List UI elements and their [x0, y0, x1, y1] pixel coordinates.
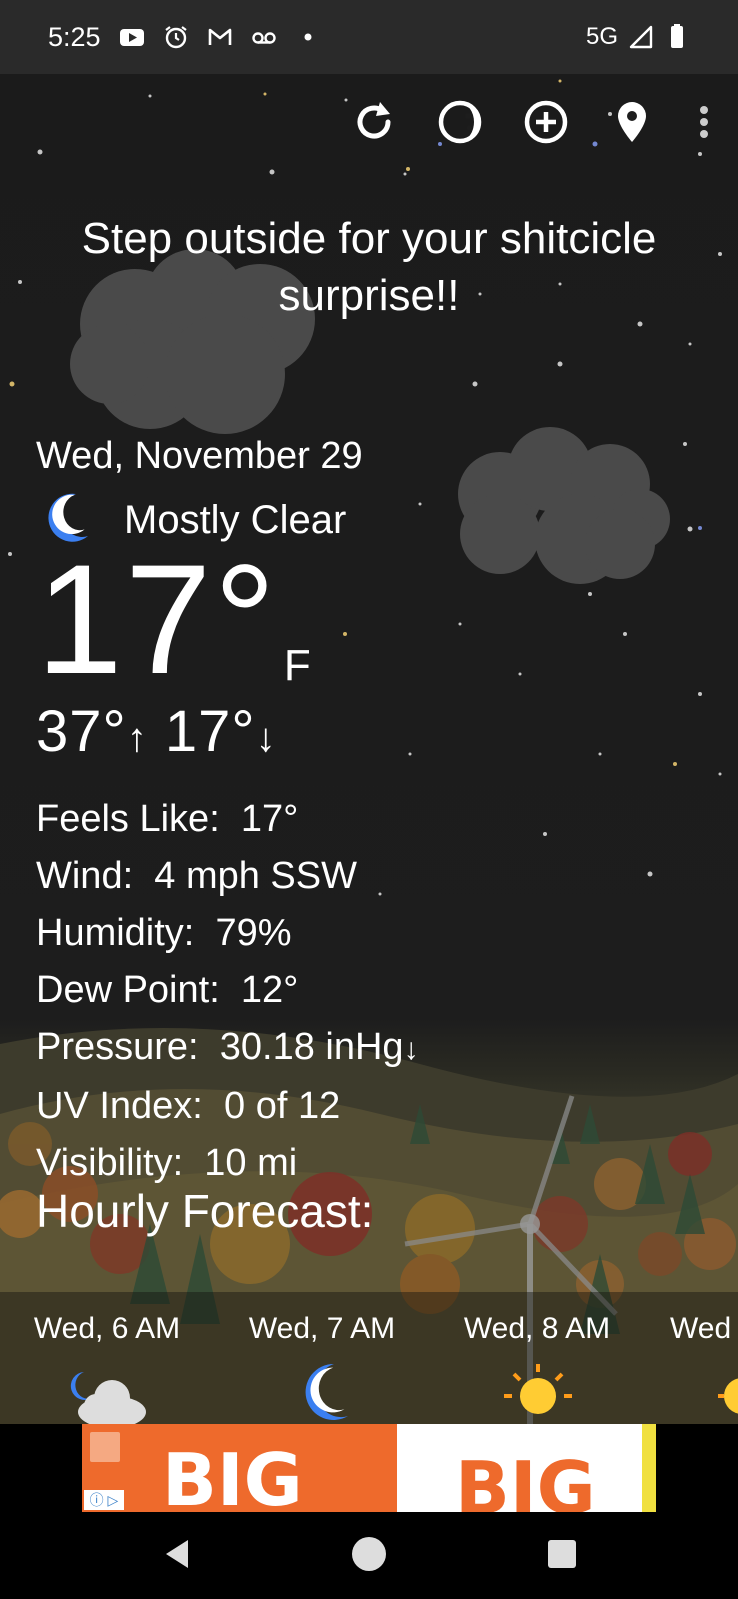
detail-feels-like: Feels Like: 17° — [36, 798, 299, 840]
status-time: 5:25 — [48, 21, 101, 52]
sun-icon — [504, 1364, 572, 1414]
hourly-time: Wed — [670, 1312, 732, 1345]
weather-message: Step outside for your shitcicle surprise… — [81, 214, 657, 320]
gmail-icon — [207, 24, 233, 50]
system-navigation-bar — [0, 1512, 738, 1599]
overflow-menu-button[interactable] — [694, 98, 714, 146]
detail-wind: Wind: 4 mph SSW — [36, 855, 357, 897]
hourly-forecast-strip[interactable]: Wed, 6 AM Wed, 7 AM Wed, 8 AM Wed — [0, 1292, 738, 1424]
weather-scene: Step outside for your shitcicle surprise… — [0, 74, 738, 1424]
arrow-down-icon: ↓ — [255, 716, 277, 760]
detail-humidity: Humidity: 79% — [36, 912, 292, 954]
detail-dew-point: Dew Point: 12° — [36, 969, 299, 1011]
hourly-item-next[interactable]: Wed — [652, 1312, 738, 1346]
battery-icon — [664, 24, 690, 50]
theme-icon — [438, 100, 482, 144]
sun-icon — [718, 1378, 738, 1414]
ad-play-icon — [90, 1432, 120, 1462]
ad-panel-left: BIG ⓘ ▷ — [82, 1424, 397, 1512]
hourly-forecast-title: Hourly Forecast: — [36, 1185, 374, 1237]
toolbar — [350, 98, 714, 146]
ad-word-left: BIG — [162, 1438, 303, 1512]
hourly-time: Wed, 7 AM — [248, 1312, 396, 1345]
add-location-icon — [524, 100, 568, 144]
hourly-item-6am[interactable]: Wed, 6 AM — [7, 1312, 207, 1346]
pressure-falling-icon: ↓ — [403, 1033, 419, 1066]
refresh-button[interactable] — [350, 98, 398, 146]
signal-icon — [628, 24, 654, 50]
weather-details: Feels Like: 17° Wind: 4 mph SSW Humidity… — [36, 791, 419, 1192]
current-conditions: Wed, November 29 Mostly Clear 17° F 37°↑… — [36, 430, 419, 1192]
high-low: 37°↑ 17°↓ — [36, 699, 419, 771]
hourly-item-8am[interactable]: Wed, 8 AM — [437, 1312, 637, 1346]
ad-banner[interactable]: BIG ⓘ ▷ BIG — [82, 1424, 656, 1512]
location-pin-icon — [618, 102, 646, 142]
ad-accent-stripe — [642, 1424, 656, 1512]
temperature-row: 17° F — [36, 533, 419, 707]
youtube-icon — [119, 24, 145, 50]
moon-cloud-icon — [70, 1372, 146, 1424]
moon-icon — [305, 1363, 348, 1420]
alarm-icon — [163, 24, 189, 50]
hourly-time: Wed, 6 AM — [33, 1312, 181, 1345]
more-vert-icon — [700, 106, 708, 138]
temperature-unit: F — [283, 641, 311, 690]
add-location-button[interactable] — [522, 98, 570, 146]
status-bar: 5:25 5G — [0, 0, 738, 74]
dot-icon — [295, 24, 321, 50]
hourly-time: Wed, 8 AM — [463, 1312, 611, 1345]
home-icon[interactable] — [349, 1534, 389, 1574]
detail-pressure: Pressure: 30.18 inHg↓ — [36, 1026, 419, 1068]
ad-word-right: BIG — [455, 1446, 596, 1512]
current-date: Wed, November 29 — [36, 435, 363, 477]
arrow-up-icon: ↑ — [126, 716, 148, 760]
voicemail-icon — [251, 24, 277, 50]
low-temp: 17° — [164, 699, 256, 764]
ad-panel-right: BIG — [397, 1424, 656, 1512]
high-temp: 37° — [36, 699, 127, 764]
location-button[interactable] — [608, 98, 656, 146]
hourly-item-7am[interactable]: Wed, 7 AM — [222, 1312, 422, 1346]
recents-icon[interactable] — [542, 1534, 582, 1574]
detail-uv-index: UV Index: 0 of 12 — [36, 1085, 341, 1127]
current-temperature: 17° — [36, 533, 278, 707]
back-icon[interactable] — [158, 1534, 198, 1574]
network-label: 5G — [585, 23, 618, 50]
theme-button[interactable] — [436, 98, 484, 146]
ad-info-icon[interactable]: ⓘ ▷ — [84, 1490, 124, 1510]
ad-banner-area: BIG ⓘ ▷ BIG — [0, 1424, 738, 1512]
refresh-icon — [357, 102, 391, 139]
